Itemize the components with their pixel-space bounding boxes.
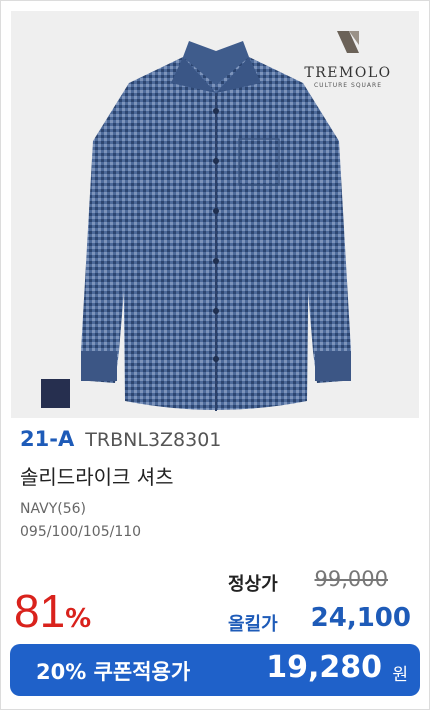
brand-logo: TREMOLO CULTURE SQUARE	[293, 27, 403, 89]
size-options: 095/100/105/110	[20, 524, 142, 540]
coupon-label: 20% 쿠폰적용가	[36, 660, 191, 684]
original-price: 99,000	[314, 567, 388, 591]
series-label: 21-A	[20, 427, 75, 451]
coupon-price-bar[interactable]: 20% 쿠폰적용가 19,280 원	[10, 644, 420, 696]
discount-unit: %	[65, 604, 92, 634]
product-code: TRBNL3Z8301	[85, 429, 222, 451]
color-swatch[interactable]	[41, 379, 70, 408]
color-option: NAVY(56)	[20, 501, 87, 517]
product-image[interactable]: TREMOLO CULTURE SQUARE	[11, 11, 419, 418]
product-card[interactable]: TREMOLO CULTURE SQUARE 21-A TRBNL3Z8301 …	[0, 0, 430, 710]
coupon-price: 19,280	[266, 650, 382, 685]
product-code-row: 21-A TRBNL3Z8301	[20, 427, 221, 451]
sale-price: 24,100	[310, 603, 411, 633]
discount-rate: 81%	[14, 584, 91, 638]
brand-subtitle: CULTURE SQUARE	[313, 82, 382, 89]
original-price-label: 정상가	[228, 574, 278, 595]
brand-mark-icon	[337, 31, 359, 53]
discount-value: 81	[14, 585, 66, 637]
brand-name: TREMOLO	[304, 65, 392, 81]
sale-price-label: 올킬가	[228, 614, 278, 635]
product-name[interactable]: 솔리드라이크 셔츠	[20, 461, 174, 490]
coupon-currency: 원	[392, 665, 408, 685]
